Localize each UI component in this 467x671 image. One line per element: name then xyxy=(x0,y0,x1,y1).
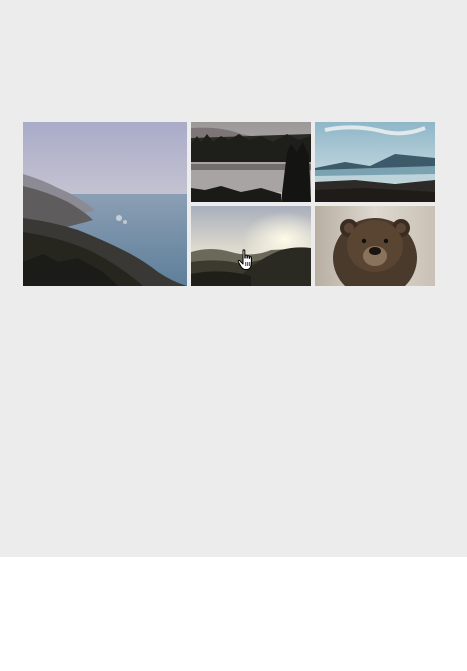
coastal-cliffs-image xyxy=(23,122,187,286)
mountain-lake-image xyxy=(315,122,435,202)
sunset-hills-image xyxy=(191,206,311,286)
gallery-photo-coastal-cliffs[interactable] xyxy=(23,122,187,286)
gallery-photo-sunset-hills[interactable] xyxy=(191,206,311,286)
gallery-photo-bear[interactable] xyxy=(315,206,435,286)
gallery-stage xyxy=(0,0,467,557)
forest-lake-image xyxy=(191,122,311,202)
photo-gallery xyxy=(23,122,435,286)
gallery-photo-mountain-lake[interactable] xyxy=(315,122,435,202)
gallery-photo-forest-lake[interactable] xyxy=(191,122,311,202)
bear-image xyxy=(315,206,435,286)
